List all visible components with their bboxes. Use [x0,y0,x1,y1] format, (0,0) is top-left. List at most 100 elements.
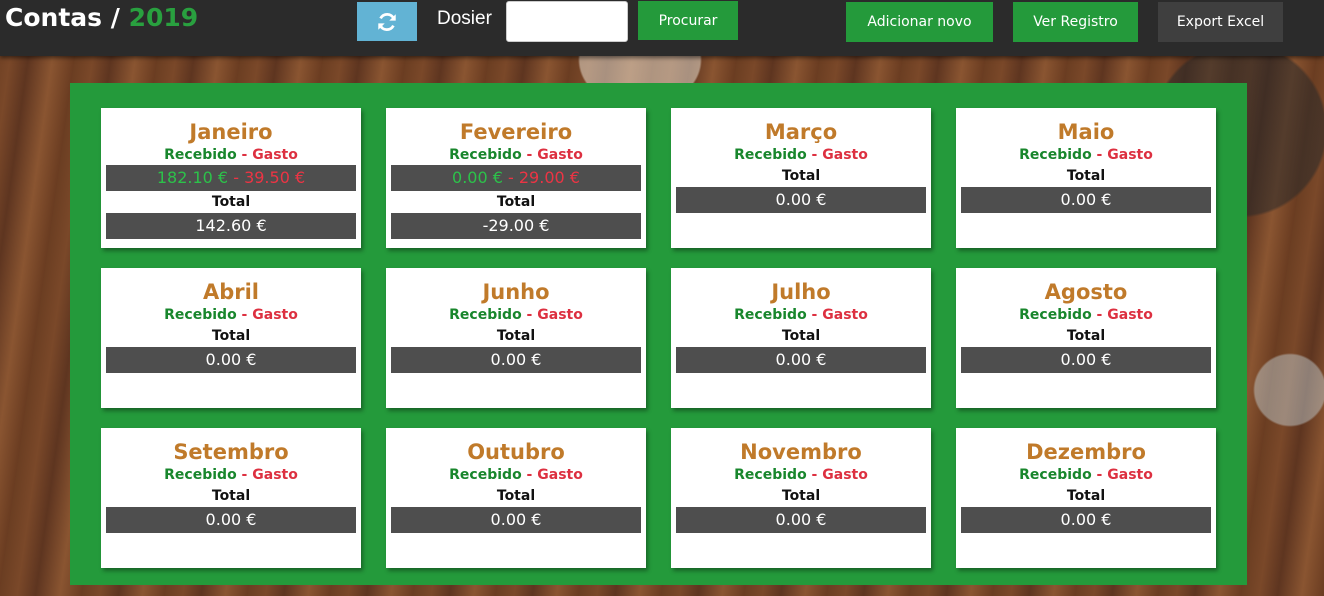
add-new-button[interactable]: Adicionar novo [846,2,993,42]
legend-separator: - [1091,307,1108,323]
month-card-setembro[interactable]: Setembro Recebido - Gasto Total 0.00 € [101,428,361,568]
legend-received: Recebido [734,147,807,163]
legend-separator: - [1091,467,1108,483]
legend-separator: - [806,467,823,483]
legend: Recebido - Gasto [671,145,931,165]
legend-received: Recebido [164,147,237,163]
month-title: Agosto [1044,280,1128,304]
legend-separator: - [521,307,538,323]
legend-spent: Gasto [537,467,583,483]
month-title: Maio [1057,120,1115,144]
total-label: Total [781,488,821,504]
legend-received: Recebido [734,467,807,483]
total-label: Total [211,488,251,504]
total-value: 0.00 € [676,507,926,533]
legend-received: Recebido [449,467,522,483]
legend-received: Recebido [164,307,237,323]
received-value: 182.10 € [156,168,229,187]
month-title: Julho [771,280,831,304]
total-label: Total [211,328,251,344]
refresh-button[interactable] [357,2,417,41]
month-card-fevereiro[interactable]: Fevereiro Recebido - Gasto 0.00 € - 29.0… [386,108,646,248]
month-card-abril[interactable]: Abril Recebido - Gasto Total 0.00 € [101,268,361,408]
month-title: Novembro [740,440,862,464]
legend-spent: Gasto [1107,307,1153,323]
total-value: 0.00 € [961,347,1211,373]
total-label: Total [1066,328,1106,344]
legend-separator: - [521,147,538,163]
received-value: 0.00 € [452,168,503,187]
received-spent-bar: 0.00 € - 29.00 € [391,165,641,191]
spent-value: 29.00 € [518,168,580,187]
legend: Recebido - Gasto [671,465,931,485]
legend-separator: - [521,467,538,483]
legend-spent: Gasto [1107,147,1153,163]
total-label: Total [1066,168,1106,184]
legend-separator: - [236,307,253,323]
legend-spent: Gasto [537,307,583,323]
legend-spent: Gasto [252,307,298,323]
legend: Recebido - Gasto [671,305,931,325]
legend: Recebido - Gasto [101,145,361,165]
total-value: 0.00 € [391,507,641,533]
total-value: 0.00 € [961,187,1211,213]
total-value: 0.00 € [106,507,356,533]
legend: Recebido - Gasto [386,465,646,485]
month-card-julho[interactable]: Julho Recebido - Gasto Total 0.00 € [671,268,931,408]
received-spent-bar: 182.10 € - 39.50 € [106,165,356,191]
month-card-outubro[interactable]: Outubro Recebido - Gasto Total 0.00 € [386,428,646,568]
month-title: Dezembro [1026,440,1146,464]
month-title: Janeiro [189,120,273,144]
legend-separator: - [236,467,253,483]
value-separator: - [228,168,245,187]
legend: Recebido - Gasto [956,145,1216,165]
legend-separator: - [806,307,823,323]
total-label: Total [496,328,536,344]
month-title: Junho [482,280,550,304]
legend-received: Recebido [449,307,522,323]
legend-spent: Gasto [252,467,298,483]
legend-received: Recebido [734,307,807,323]
month-card-janeiro[interactable]: Janeiro Recebido - Gasto 182.10 € - 39.5… [101,108,361,248]
month-card-dezembro[interactable]: Dezembro Recebido - Gasto Total 0.00 € [956,428,1216,568]
total-value: 0.00 € [961,507,1211,533]
legend-spent: Gasto [822,147,868,163]
value-separator: - [502,168,519,187]
page-title-text: Contas / [5,3,129,32]
legend-separator: - [1091,147,1108,163]
month-card-maio[interactable]: Maio Recebido - Gasto Total 0.00 € [956,108,1216,248]
month-card-junho[interactable]: Junho Recebido - Gasto Total 0.00 € [386,268,646,408]
total-value: 142.60 € [106,213,356,239]
legend-spent: Gasto [822,307,868,323]
page-title-year: 2019 [128,3,199,32]
total-label: Total [1066,488,1106,504]
total-value: 0.00 € [676,187,926,213]
search-button[interactable]: Procurar [638,1,738,40]
month-title: Março [764,120,838,144]
legend-spent: Gasto [537,147,583,163]
month-card-agosto[interactable]: Agosto Recebido - Gasto Total 0.00 € [956,268,1216,408]
total-label: Total [496,488,536,504]
legend: Recebido - Gasto [956,305,1216,325]
legend: Recebido - Gasto [101,465,361,485]
total-label: Total [781,328,821,344]
total-label: Total [496,194,536,210]
month-title: Outubro [467,440,565,464]
legend-separator: - [236,147,253,163]
legend-spent: Gasto [252,147,298,163]
legend-received: Recebido [164,467,237,483]
total-label: Total [781,168,821,184]
legend: Recebido - Gasto [386,145,646,165]
view-records-button[interactable]: Ver Registro [1013,2,1138,42]
export-excel-button[interactable]: Export Excel [1158,2,1283,42]
month-card-marco[interactable]: Março Recebido - Gasto Total 0.00 € [671,108,931,248]
page-title: Contas / 2019 [5,3,198,32]
months-panel: Janeiro Recebido - Gasto 182.10 € - 39.5… [70,83,1247,585]
legend-received: Recebido [1019,147,1092,163]
spent-value: 39.50 € [244,168,306,187]
dosier-input[interactable] [506,1,628,42]
month-title: Fevereiro [459,120,573,144]
total-value: 0.00 € [106,347,356,373]
month-card-novembro[interactable]: Novembro Recebido - Gasto Total 0.00 € [671,428,931,568]
legend-spent: Gasto [1107,467,1153,483]
